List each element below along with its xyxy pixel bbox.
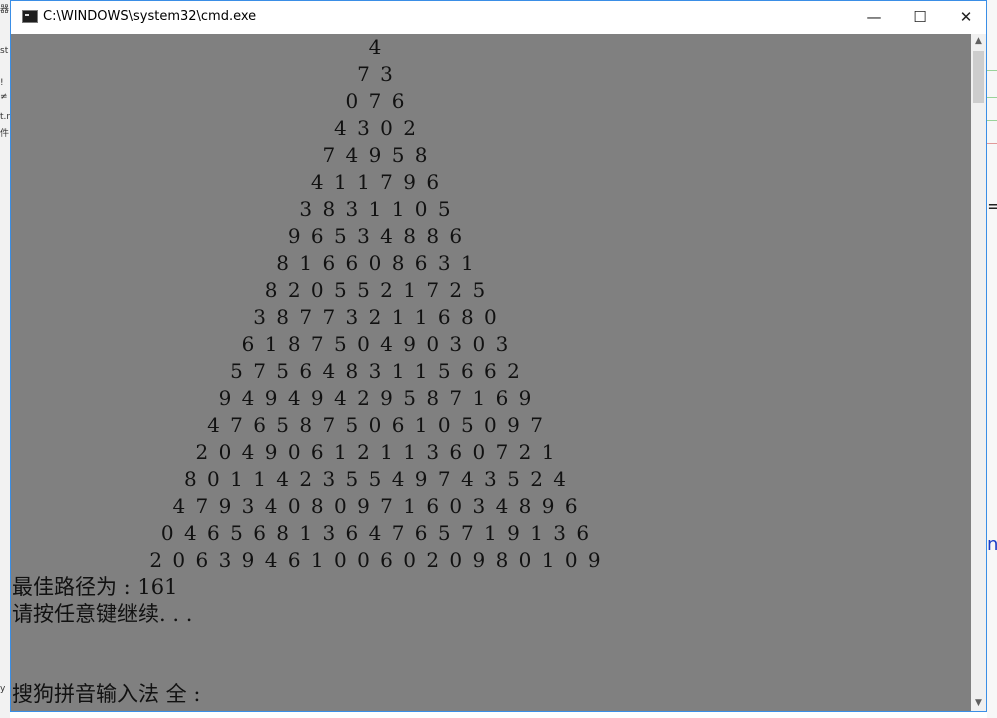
triangle-row: 9 4 9 4 9 4 2 9 5 8 7 1 6 9 bbox=[218, 386, 534, 410]
continue-prompt: 请按任意键继续. . . bbox=[12, 602, 193, 626]
triangle-row: 6 1 8 7 5 0 4 9 0 3 0 3 bbox=[241, 332, 511, 356]
background-divider bbox=[987, 70, 997, 71]
title-bar[interactable]: C:\WINDOWS\system32\cmd.exe — ☐ ✕ bbox=[11, 1, 986, 34]
scroll-up-arrow-icon[interactable]: ▲ bbox=[971, 34, 986, 49]
background-divider bbox=[987, 143, 997, 144]
triangle-row: 4 1 1 7 9 6 bbox=[310, 170, 442, 194]
background-text-fragment: 器 bbox=[0, 5, 10, 15]
triangle-row: 7 3 bbox=[357, 62, 395, 86]
triangle-row: 8 0 1 1 4 2 3 5 5 4 9 7 4 3 5 2 4 bbox=[183, 467, 569, 491]
background-text-fragment: st bbox=[0, 46, 9, 56]
triangle-row: 4 bbox=[368, 35, 384, 59]
background-glyph: = bbox=[987, 196, 997, 217]
background-window-right: = n bbox=[987, 0, 997, 718]
cmd-window[interactable]: C:\WINDOWS\system32\cmd.exe — ☐ ✕ 4 7 3 … bbox=[10, 0, 987, 712]
minimize-button[interactable]: — bbox=[851, 1, 897, 33]
background-text-fragment: ! bbox=[0, 78, 4, 88]
background-glyph: n bbox=[987, 534, 997, 555]
triangle-row: 9 6 5 3 4 8 8 6 bbox=[287, 224, 465, 248]
console-app-icon[interactable] bbox=[22, 10, 38, 23]
triangle-row: 4 3 0 2 bbox=[334, 116, 418, 140]
background-divider bbox=[987, 120, 997, 121]
triangle-row: 4 7 6 5 8 7 5 0 6 1 0 5 0 9 7 bbox=[207, 413, 545, 437]
triangle-row: 0 7 6 bbox=[345, 89, 407, 113]
triangle-row: 0 4 6 5 6 8 1 3 6 4 7 6 5 7 1 9 1 3 6 bbox=[160, 521, 592, 545]
triangle-row: 7 4 9 5 8 bbox=[322, 143, 430, 167]
triangle-row: 2 0 4 9 0 6 1 2 1 1 3 6 0 7 2 1 bbox=[195, 440, 557, 464]
background-window-left: 器 st ! ≠ t.n 件 y bbox=[0, 0, 12, 718]
result-line: 最佳路径为 : 161 bbox=[12, 575, 178, 599]
background-text-fragment: 件 bbox=[0, 129, 10, 139]
triangle-row: 3 8 7 7 3 2 1 1 6 8 0 bbox=[253, 305, 499, 329]
vertical-scrollbar[interactable]: ▲ ▼ bbox=[971, 34, 986, 711]
background-text-fragment: ≠ bbox=[0, 92, 8, 102]
triangle-row: 8 1 6 6 0 8 6 3 1 bbox=[276, 251, 476, 275]
scroll-down-arrow-icon[interactable]: ▼ bbox=[971, 696, 986, 711]
scrollbar-thumb[interactable] bbox=[973, 51, 984, 103]
background-text-fragment: y bbox=[0, 684, 6, 694]
window-title: C:\WINDOWS\system32\cmd.exe bbox=[43, 9, 257, 24]
ime-status: 搜狗拼音输入法 全 : bbox=[12, 682, 201, 706]
maximize-button[interactable]: ☐ bbox=[897, 1, 943, 33]
triangle-row: 3 8 3 1 1 0 5 bbox=[299, 197, 453, 221]
background-divider bbox=[987, 97, 997, 98]
close-button[interactable]: ✕ bbox=[943, 1, 989, 33]
console-output[interactable]: 4 7 3 0 7 6 4 3 0 2 7 4 9 5 8 4 1 1 7 9 … bbox=[11, 34, 971, 711]
triangle-row: 8 2 0 5 5 2 1 7 2 5 bbox=[264, 278, 488, 302]
triangle-row: 2 0 6 3 9 4 6 1 0 0 6 0 2 0 9 8 0 1 0 9 bbox=[149, 548, 603, 572]
triangle-row: 5 7 5 6 4 8 3 1 1 5 6 6 2 bbox=[230, 359, 522, 383]
triangle-row: 4 7 9 3 4 0 8 0 9 7 1 6 0 3 4 8 9 6 bbox=[172, 494, 580, 518]
